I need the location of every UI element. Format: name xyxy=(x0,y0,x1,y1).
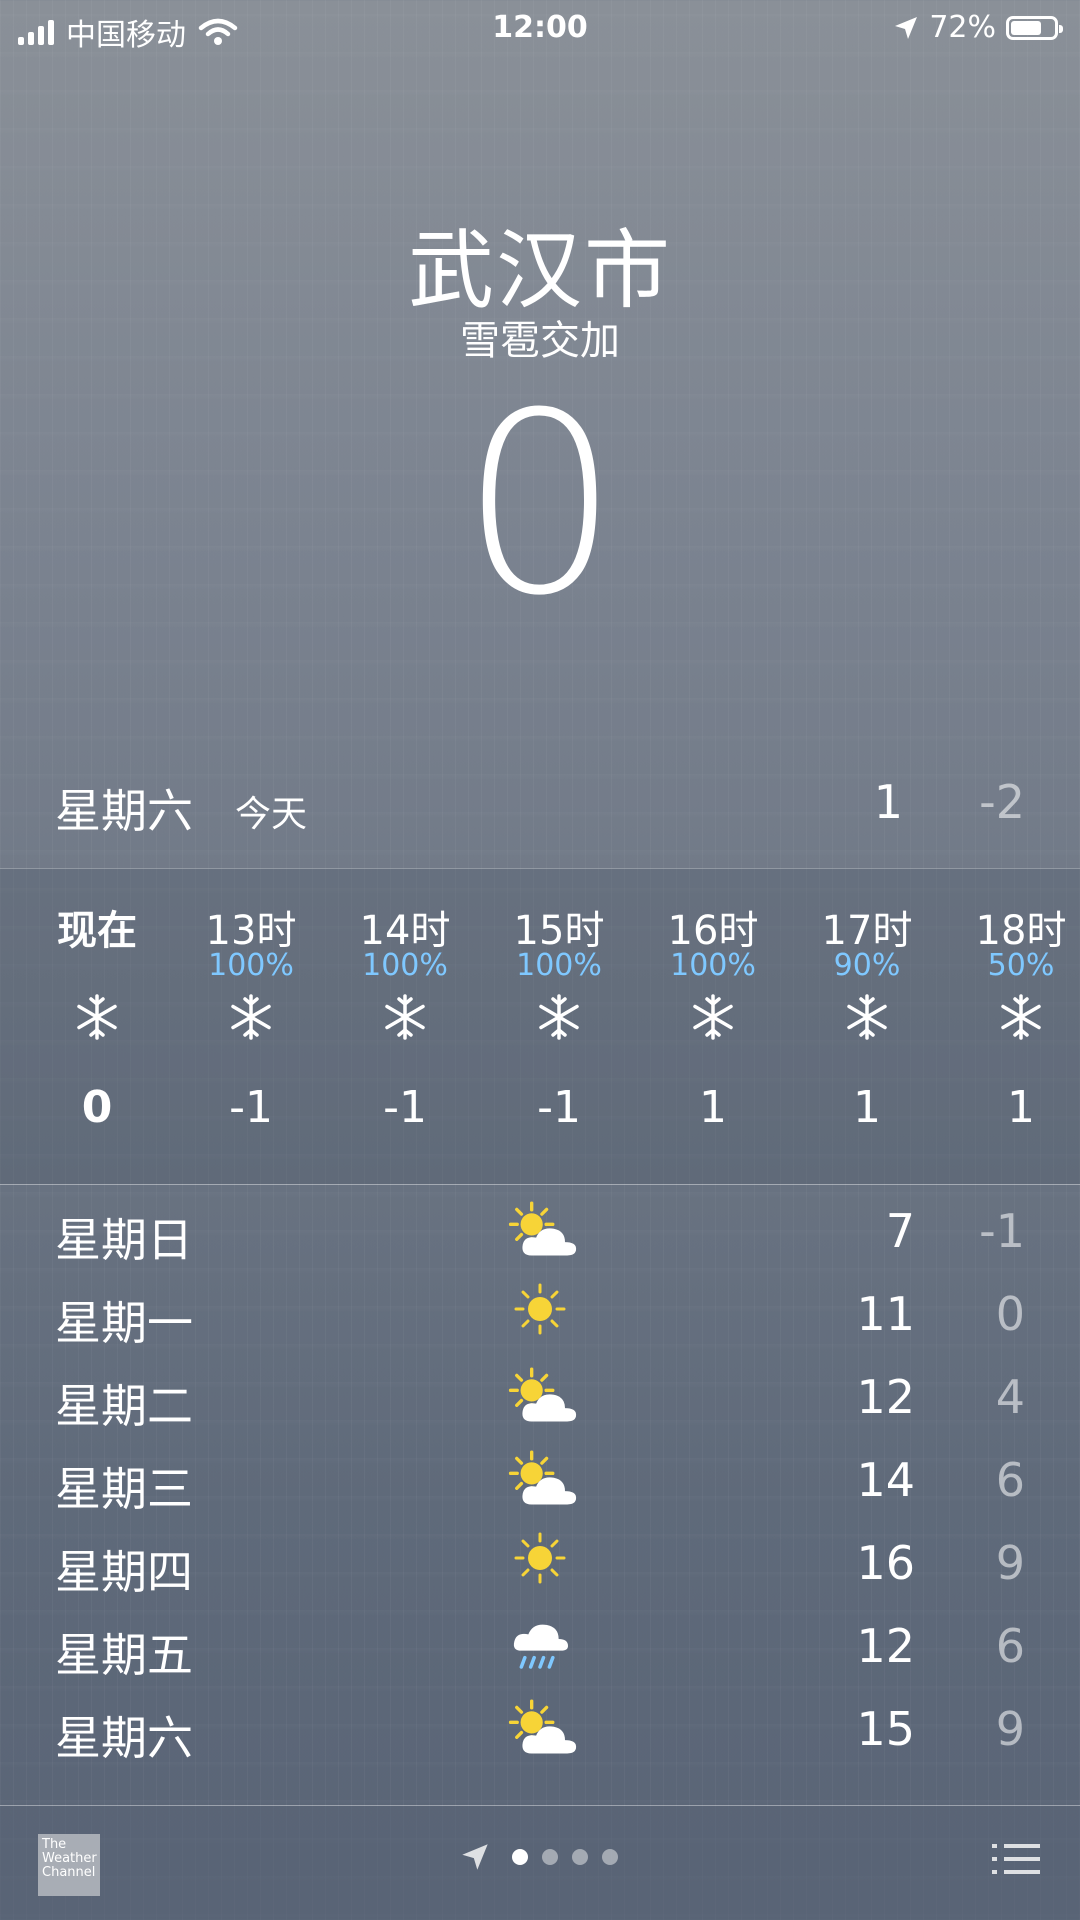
daily-high: 11 xyxy=(856,1287,915,1341)
daily-low: 6 xyxy=(995,1619,1025,1673)
status-right: 72% xyxy=(893,10,1063,45)
hourly-precip-chance: 90% xyxy=(833,948,901,983)
hourly-temp: 1 xyxy=(1007,1082,1035,1133)
hourly-precip-chance: 100% xyxy=(362,948,448,983)
hourly-item: 14时 100% -1 xyxy=(328,898,482,1178)
daily-low: 6 xyxy=(995,1453,1025,1507)
today-low: -2 xyxy=(979,775,1025,829)
hourly-forecast[interactable]: 现在 0 13时 100% -1 14时 100% -1 15时 100% -1 16时 100% 1 17… xyxy=(0,868,1080,1184)
daily-high: 12 xyxy=(856,1619,915,1673)
snowflake-icon xyxy=(790,988,944,1062)
sunny-icon xyxy=(505,1279,585,1349)
hourly-temp: 1 xyxy=(853,1082,881,1133)
location-arrow-icon xyxy=(462,1844,488,1870)
snowflake-icon xyxy=(636,988,790,1062)
hourly-time: 17时 xyxy=(821,908,913,954)
daily-row: 星期六 15 9 xyxy=(55,1694,1025,1776)
battery-icon xyxy=(1006,15,1063,40)
daily-high: 14 xyxy=(856,1453,915,1507)
daily-row: 星期二 12 4 xyxy=(55,1362,1025,1444)
hourly-time: 18时 xyxy=(975,908,1067,954)
daily-row: 星期三 14 6 xyxy=(55,1445,1025,1527)
snowflake-icon xyxy=(174,988,328,1062)
status-bar: 中国移动 12:00 72% xyxy=(0,0,1080,54)
hourly-item: 15时 100% -1 xyxy=(482,898,636,1178)
hourly-item: 13时 100% -1 xyxy=(174,898,328,1178)
divider xyxy=(0,1184,1080,1185)
hourly-precip-chance: 50% xyxy=(987,948,1055,983)
snowflake-icon xyxy=(482,988,636,1062)
hourly-item: 17时 90% 1 xyxy=(790,898,944,1178)
rain-cloud-icon xyxy=(505,1611,585,1681)
page-dots xyxy=(512,1849,618,1865)
daily-day: 星期五 xyxy=(55,1628,193,1682)
daily-day: 星期三 xyxy=(55,1462,193,1516)
daily-row: 星期一 11 0 xyxy=(55,1279,1025,1361)
today-tag: 今天 xyxy=(235,794,308,835)
daily-high: 12 xyxy=(856,1370,915,1424)
hourly-time: 14时 xyxy=(359,908,451,954)
partly-cloudy-icon xyxy=(505,1362,585,1432)
hourly-precip-chance: 100% xyxy=(516,948,602,983)
hourly-time: 15时 xyxy=(513,908,605,954)
page-dot[interactable] xyxy=(572,1849,588,1865)
current-temperature: 0 xyxy=(460,359,620,650)
daily-day: 星期四 xyxy=(55,1545,193,1599)
hourly-temp: -1 xyxy=(537,1082,581,1133)
weather-condition: 雪雹交加 xyxy=(460,318,620,364)
daily-day: 星期一 xyxy=(55,1296,193,1350)
page-dot[interactable] xyxy=(542,1849,558,1865)
hourly-time: 现在 xyxy=(57,908,137,954)
hourly-precip-chance xyxy=(20,948,174,988)
hourly-temp: -1 xyxy=(383,1082,427,1133)
daily-day: 星期六 xyxy=(55,1711,193,1765)
today-summary: 星期六 今天 1 -2 xyxy=(55,775,1025,838)
today-day: 星期六 xyxy=(55,784,193,838)
hourly-item: 现在 0 xyxy=(20,898,174,1178)
daily-day: 星期日 xyxy=(55,1213,193,1267)
daily-row: 星期五 12 6 xyxy=(55,1611,1025,1693)
snowflake-icon xyxy=(328,988,482,1062)
page-indicator[interactable] xyxy=(460,1842,618,1872)
daily-low: 9 xyxy=(995,1702,1025,1756)
daily-high: 7 xyxy=(885,1204,915,1258)
partly-cloudy-icon xyxy=(505,1694,585,1764)
hourly-time: 16时 xyxy=(667,908,759,954)
hourly-temp: 1 xyxy=(699,1082,727,1133)
battery-percent: 72% xyxy=(929,10,996,45)
daily-row: 星期日 7 -1 xyxy=(55,1196,1025,1278)
city-name: 武汉市 xyxy=(408,221,672,321)
sunny-icon xyxy=(505,1528,585,1598)
today-high: 1 xyxy=(873,775,903,829)
weather-channel-logo[interactable]: The Weather Channel xyxy=(38,1834,100,1896)
daily-low: 0 xyxy=(995,1287,1025,1341)
partly-cloudy-icon xyxy=(505,1445,585,1515)
partly-cloudy-icon xyxy=(505,1196,585,1266)
page-dot[interactable] xyxy=(512,1849,528,1865)
city-list-icon[interactable] xyxy=(992,1844,1040,1880)
daily-low: 4 xyxy=(995,1370,1025,1424)
daily-day: 星期二 xyxy=(55,1379,193,1433)
hourly-item: 16时 100% 1 xyxy=(636,898,790,1178)
bottom-bar: The Weather Channel xyxy=(0,1806,1080,1920)
snowflake-icon xyxy=(944,988,1080,1062)
location-arrow-icon xyxy=(895,16,918,39)
hourly-precip-chance: 100% xyxy=(208,948,294,983)
daily-high: 16 xyxy=(856,1536,915,1590)
hourly-temp: -1 xyxy=(229,1082,273,1133)
hourly-item: 18时 50% 1 xyxy=(944,898,1080,1178)
daily-high: 15 xyxy=(856,1702,915,1756)
hourly-temp: 0 xyxy=(81,1082,113,1133)
daily-low: -1 xyxy=(979,1204,1025,1258)
snowflake-icon xyxy=(20,988,174,1062)
hourly-time: 13时 xyxy=(205,908,297,954)
hourly-precip-chance: 100% xyxy=(670,948,756,983)
daily-row: 星期四 16 9 xyxy=(55,1528,1025,1610)
page-dot[interactable] xyxy=(602,1849,618,1865)
daily-low: 9 xyxy=(995,1536,1025,1590)
